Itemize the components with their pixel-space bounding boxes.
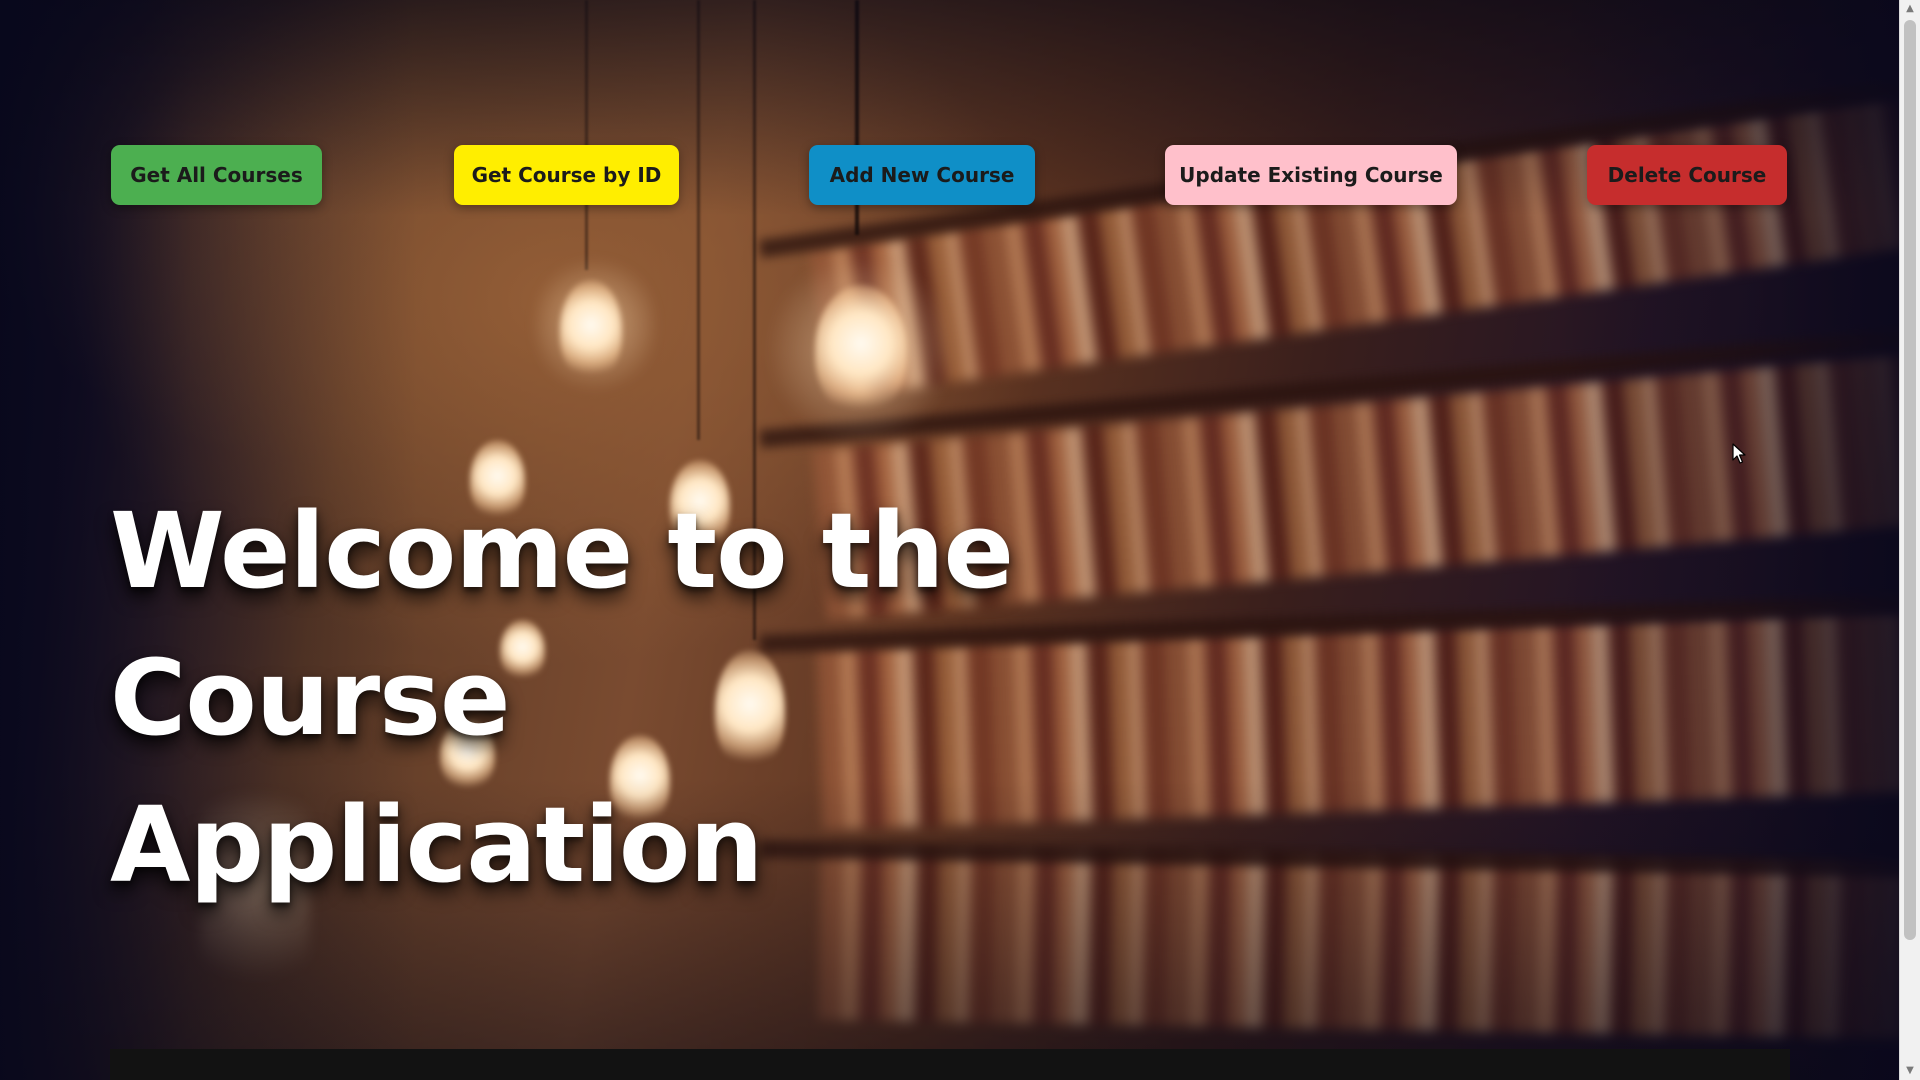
delete-course-button[interactable]: Delete Course: [1587, 145, 1787, 205]
page-title: Welcome to the Course Application: [110, 478, 1410, 919]
footer-bar: [110, 1049, 1790, 1080]
page-title-line-1: Welcome to the Course: [110, 490, 1014, 759]
triangle-down-icon[interactable]: ▼: [1900, 1062, 1920, 1080]
vertical-scrollbar[interactable]: ▲ ▼: [1899, 0, 1920, 1080]
get-course-by-id-button[interactable]: Get Course by ID: [454, 145, 679, 205]
course-actions-nav: Get All Courses Get Course by ID Add New…: [111, 145, 1787, 205]
add-new-course-button[interactable]: Add New Course: [809, 145, 1035, 205]
triangle-up-icon[interactable]: ▲: [1900, 0, 1920, 18]
page-title-line-2: Application: [110, 784, 763, 906]
update-existing-course-button[interactable]: Update Existing Course: [1165, 145, 1457, 205]
get-all-courses-button[interactable]: Get All Courses: [111, 145, 322, 205]
mouse-pointer-icon: [1732, 443, 1746, 464]
scrollbar-thumb[interactable]: [1904, 20, 1916, 940]
